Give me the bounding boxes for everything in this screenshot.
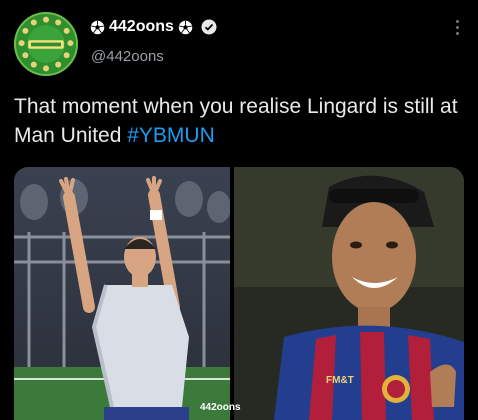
tweet-media[interactable]: FM&T bbox=[14, 167, 464, 420]
more-options-icon[interactable] bbox=[456, 20, 460, 38]
hashtag-link[interactable]: #YBMUN bbox=[127, 124, 215, 147]
watermark-text: 442oons bbox=[200, 402, 241, 413]
display-name: 442oons bbox=[109, 18, 174, 35]
soccer-ball-icon bbox=[178, 20, 193, 35]
footballer-arms-raised-photo[interactable] bbox=[14, 167, 230, 420]
tweet-card[interactable]: 442oons @442oons That moment when you re… bbox=[0, 0, 478, 420]
avatar[interactable] bbox=[14, 12, 78, 76]
tweet-text: That moment when you realise Lingard is … bbox=[14, 92, 464, 150]
user-handle[interactable]: @442oons bbox=[91, 48, 164, 65]
display-name-row[interactable]: 442oons bbox=[90, 18, 217, 36]
soccer-ball-icon bbox=[90, 20, 105, 35]
verified-badge-icon bbox=[201, 19, 217, 35]
footballer-smiling-barcelona-kit-photo[interactable]: FM&T bbox=[234, 167, 464, 420]
jersey-sponsor-text: FM&T bbox=[326, 375, 354, 386]
tweet-body: That moment when you realise Lingard is … bbox=[14, 95, 458, 147]
442oons-logo-icon bbox=[16, 14, 76, 74]
